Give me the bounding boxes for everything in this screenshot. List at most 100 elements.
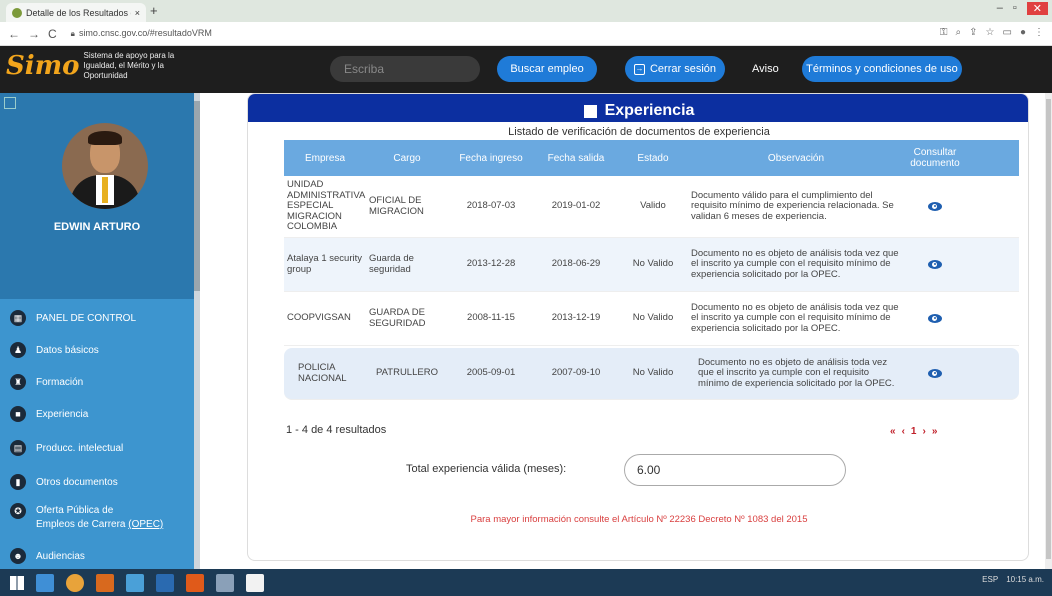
reload-icon[interactable]: C	[48, 27, 57, 41]
collapse-icon[interactable]	[4, 97, 16, 109]
briefcase-icon: ■	[10, 406, 26, 422]
sidebar-item-label-opec: Oferta Pública de Empleos de Carrera (OP…	[36, 504, 163, 532]
document-icon[interactable]	[246, 573, 264, 592]
total-label: Total experiencia válida (meses):	[406, 463, 567, 475]
browser-toolbar-icons: ⚿ ⌕ ⇪ ☆ ▭ ● ⋮	[940, 27, 1044, 38]
last-page-button[interactable]: »	[932, 426, 938, 437]
key-icon[interactable]: ⚿	[940, 27, 948, 38]
total-value-field: 6.00	[624, 454, 846, 486]
calculator-icon[interactable]	[126, 573, 144, 592]
username: EDWIN ARTURO	[53, 221, 141, 233]
taskbar: ESP 10:15 a.m.	[0, 569, 1052, 596]
first-page-button[interactable]: «	[890, 426, 896, 437]
address-bar: ← → C 🔒︎ simo.cnsc.gov.co/#resultadoVRM ⚿…	[0, 22, 1052, 46]
next-page-button[interactable]: ›	[922, 426, 925, 437]
search-input[interactable]	[330, 56, 480, 82]
sidebar-item-audiencias[interactable]: ☻ Audiencias	[0, 541, 194, 569]
explorer-icon[interactable]	[36, 573, 54, 592]
consultar-documento-button[interactable]	[904, 176, 966, 237]
sidebar-item-datos-basicos[interactable]: ♟ Datos básicos	[0, 335, 194, 365]
menu-icon[interactable]: ⋮	[1034, 27, 1044, 38]
cell-empresa: POLICIA NACIONAL	[298, 362, 347, 384]
list-title: Listado de verificación de documentos de…	[508, 126, 770, 138]
cell-fecha-salida: 2019-01-02	[551, 200, 601, 212]
favicon-icon	[12, 7, 22, 18]
cell-fecha-ingreso: 2008-11-15	[467, 312, 515, 324]
zoom-icon[interactable]: ⌕	[956, 27, 962, 38]
column-header: Cargo	[393, 152, 421, 164]
tray-time[interactable]: 10:15 a.m.	[1006, 575, 1044, 584]
opec-link[interactable]: (OPEC)	[128, 519, 163, 530]
main-content: Experiencia Listado de verificación de d…	[200, 93, 1045, 569]
cell-fecha-ingreso: 2005-09-01	[466, 367, 516, 379]
cell-fecha-salida: 2013-12-19	[551, 312, 601, 324]
cell-estado: Valido	[640, 200, 666, 212]
prev-page-button[interactable]: ‹	[902, 426, 905, 437]
office-icon[interactable]	[186, 573, 204, 592]
window-close-button[interactable]: ✕	[1026, 2, 1048, 15]
settings-icon[interactable]	[216, 573, 234, 592]
sidebar-item-label: Otros documentos	[36, 476, 118, 488]
main-scrollbar[interactable]	[1045, 93, 1052, 569]
outlook-icon[interactable]	[96, 573, 114, 592]
column-header: Estado	[637, 152, 669, 164]
windows-start-icon[interactable]	[10, 575, 24, 590]
dashboard-icon: ▦	[10, 310, 26, 326]
sidebar-item-experiencia[interactable]: ■ Experiencia	[0, 399, 194, 429]
url-field[interactable]: 🔒︎ simo.cnsc.gov.co/#resultadoVRM	[71, 28, 212, 39]
tab-close-icon[interactable]: ×	[135, 8, 140, 18]
column-header: Fecha ingreso	[459, 152, 523, 164]
opec-line-2: Empleos de Carrera	[36, 519, 126, 530]
maximize-button[interactable]: ▫	[1013, 2, 1017, 15]
table-row: UNIDAD ADMINISTRATIVA ESPECIAL MIGRACION…	[284, 176, 1019, 238]
sidebar-item-opec[interactable]: ✪ Oferta Pública de Empleos de Carrera (…	[0, 499, 194, 537]
minimize-button[interactable]: –	[997, 2, 1003, 15]
results-count: 1 - 4 de 4 resultados	[286, 424, 387, 436]
page-number[interactable]: 1	[911, 426, 917, 437]
section-header: Experiencia	[248, 94, 1028, 122]
buscar-empleo-button[interactable]: Buscar empleo	[497, 56, 597, 82]
mail-icon[interactable]	[156, 573, 174, 592]
tab-title: Detalle de los Resultados de la ...	[26, 7, 131, 18]
consultar-documento-button[interactable]	[904, 348, 966, 399]
cell-fecha-salida: 2018-06-29	[551, 258, 601, 270]
new-tab-button[interactable]: +	[150, 3, 158, 18]
table-header: Empresa Cargo Fecha ingreso Fecha salida…	[284, 140, 1019, 176]
opec-line-1: Oferta Pública de	[36, 505, 114, 516]
cerrar-sesion-button[interactable]: → Cerrar sesión	[625, 56, 725, 82]
consultar-documento-button[interactable]	[904, 238, 966, 291]
star-icon[interactable]: ☆	[986, 27, 995, 38]
consultar-documento-button[interactable]	[904, 292, 966, 345]
cell-cargo: PATRULLERO	[376, 367, 438, 379]
profile-icon[interactable]: ●	[1020, 27, 1026, 38]
eye-icon	[928, 314, 942, 323]
browser-tab[interactable]: Detalle de los Resultados de la ... ×	[6, 3, 146, 22]
share-icon[interactable]: ⇪	[969, 27, 977, 38]
eye-icon	[928, 369, 942, 378]
app-header: Simo Sistema de apoyo para la Igualdad, …	[0, 46, 1052, 93]
sidebar-item-label: PANEL DE CONTROL	[36, 312, 137, 324]
sidebar-item-formacion[interactable]: ♜ Formación	[0, 367, 194, 397]
column-header: Observación	[767, 152, 825, 164]
tray-lang[interactable]: ESP	[982, 575, 998, 584]
sidebar-item-panel-de-control[interactable]: ▦ PANEL DE CONTROL	[0, 303, 194, 333]
terminos-button[interactable]: Términos y condiciones de uso	[802, 56, 962, 82]
profile-panel: EDWIN ARTURO	[0, 93, 194, 299]
cell-empresa: Atalaya 1 security group	[287, 253, 362, 275]
sidebar-item-producc-intelectual[interactable]: ▤ Producc. intelectual	[0, 433, 194, 463]
cell-cargo: Guarda de seguridad	[369, 253, 414, 275]
cell-cargo: GUARDA DE SEGURIDAD	[369, 307, 426, 329]
sidebar-item-otros-documentos[interactable]: ▮ Otros documentos	[0, 467, 194, 497]
table-row: POLICIA NACIONAL PATRULLERO 2005-09-01 2…	[284, 348, 1019, 400]
sidebar-icon[interactable]: ▭	[1003, 27, 1012, 38]
back-icon[interactable]: ←	[8, 27, 20, 41]
avatar	[62, 123, 148, 209]
logout-icon: →	[633, 63, 645, 75]
aviso-link[interactable]: Aviso	[752, 63, 779, 75]
forward-icon[interactable]: →	[28, 27, 40, 41]
chrome-icon[interactable]	[66, 573, 84, 592]
book-icon: ▤	[10, 440, 26, 456]
globe-icon: ✪	[10, 503, 26, 519]
simo-logo[interactable]: Simo Sistema de apoyo para la Igualdad, …	[6, 51, 204, 81]
sidebar-item-label: Producc. intelectual	[36, 442, 124, 454]
